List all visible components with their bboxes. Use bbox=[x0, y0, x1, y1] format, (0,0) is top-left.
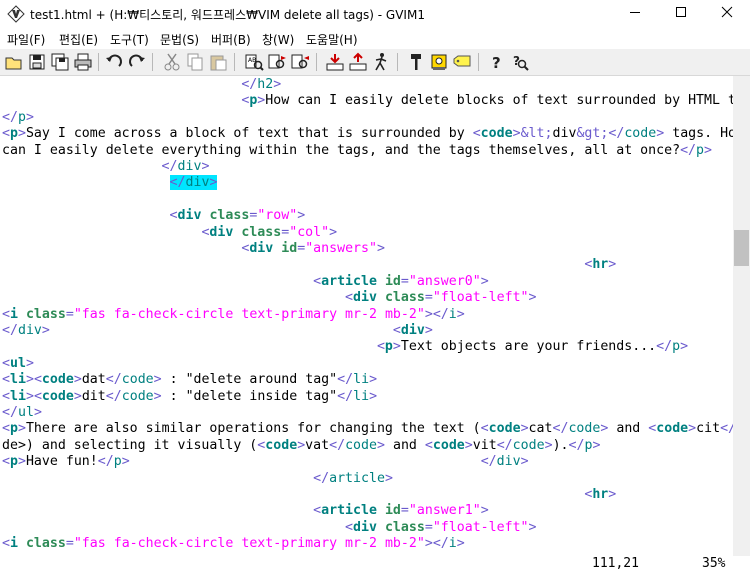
open-icon[interactable] bbox=[4, 52, 24, 72]
editor-line[interactable]: de>) and selecting it visually (<code>va… bbox=[2, 438, 600, 454]
load-session-icon[interactable] bbox=[325, 52, 345, 72]
find-help-icon[interactable]: ? bbox=[510, 52, 530, 72]
editor-line[interactable]: <ul> bbox=[2, 356, 34, 372]
text-cursor: </div> bbox=[169, 175, 218, 191]
copy-icon[interactable] bbox=[185, 52, 205, 72]
menu-help[interactable]: 도움말(H) bbox=[306, 31, 358, 48]
toolbar: AB ? ? bbox=[0, 49, 750, 76]
editor-line[interactable]: </div> bbox=[2, 159, 210, 175]
make-icon[interactable] bbox=[406, 52, 426, 72]
svg-text:?: ? bbox=[492, 54, 501, 72]
scrollbar-thumb[interactable] bbox=[734, 230, 749, 266]
find-next-icon[interactable] bbox=[267, 52, 287, 72]
window-title: test1.html + (H:₩티스토리, 워드프레스₩VIM delete … bbox=[30, 8, 425, 22]
tag-jump-icon[interactable] bbox=[452, 52, 472, 72]
editor-line[interactable]: <div class="float-left"> bbox=[2, 290, 537, 306]
title-bar: test1.html + (H:₩티스토리, 워드프레스₩VIM delete … bbox=[0, 0, 750, 28]
menu-tools[interactable]: 도구(T) bbox=[110, 31, 149, 48]
editor-line[interactable]: <article id="answer0"> bbox=[2, 274, 489, 290]
editor-line[interactable]: <li><code>dat</code> : "delete around ta… bbox=[2, 372, 377, 388]
print-icon[interactable] bbox=[73, 52, 93, 72]
undo-icon[interactable] bbox=[104, 52, 124, 72]
editor-line[interactable]: </div> bbox=[2, 175, 218, 191]
status-line: 111,21 35% bbox=[0, 556, 750, 572]
save-all-icon[interactable] bbox=[50, 52, 70, 72]
paste-icon[interactable] bbox=[208, 52, 228, 72]
editor-line[interactable]: <hr> bbox=[2, 487, 616, 503]
vertical-scrollbar[interactable] bbox=[733, 76, 750, 556]
editor-line[interactable]: <p>Say I come across a block of text tha… bbox=[2, 126, 733, 142]
toolbar-separator bbox=[234, 53, 235, 71]
editor-line[interactable]: can I easily delete everything within th… bbox=[2, 143, 712, 159]
text-editor-area[interactable]: </h2> <p>How can I easily delete blocks … bbox=[0, 76, 733, 556]
menu-syntax[interactable]: 문법(S) bbox=[160, 31, 199, 48]
maximize-button[interactable] bbox=[658, 0, 704, 28]
editor-line[interactable]: </h2> bbox=[2, 77, 281, 93]
menu-edit[interactable]: 편집(E) bbox=[59, 31, 98, 48]
editor-line[interactable]: <p>How can I easily delete blocks of tex… bbox=[2, 93, 733, 109]
find-prev-icon[interactable] bbox=[290, 52, 310, 72]
editor-line[interactable]: <i class="fas fa-check-circle text-prima… bbox=[2, 307, 465, 323]
cursor-position: 111,21 bbox=[592, 556, 639, 571]
editor-line[interactable]: <li><code>dit</code> : "delete inside ta… bbox=[2, 389, 377, 405]
editor-line[interactable]: </article> bbox=[2, 471, 393, 487]
menu-bar: 파일(F) 편집(E) 도구(T) 문법(S) 버퍼(B) 창(W) 도움말(H… bbox=[0, 28, 750, 49]
editor-line[interactable]: <div class="row"> bbox=[2, 208, 306, 224]
maximize-icon bbox=[675, 5, 687, 23]
find-replace-icon[interactable]: AB bbox=[244, 52, 264, 72]
editor-line[interactable]: </ul> bbox=[2, 405, 42, 421]
editor-line[interactable]: <p>Text objects are your friends...</p> bbox=[2, 339, 688, 355]
minimize-icon bbox=[629, 5, 641, 23]
editor-line[interactable]: </p> bbox=[2, 110, 34, 126]
menu-window[interactable]: 창(W) bbox=[262, 31, 294, 48]
editor-line[interactable]: <hr> bbox=[2, 257, 616, 273]
editor-line[interactable]: <article id="answer1"> bbox=[2, 503, 489, 519]
toolbar-separator bbox=[397, 53, 398, 71]
gvim-app-icon[interactable] bbox=[7, 5, 25, 23]
editor-line[interactable]: <p>Have fun!</p> </div> bbox=[2, 454, 529, 470]
toolbar-separator bbox=[478, 53, 479, 71]
close-button[interactable] bbox=[704, 0, 750, 28]
save-session-icon[interactable] bbox=[348, 52, 368, 72]
toolbar-separator bbox=[316, 53, 317, 71]
save-icon[interactable] bbox=[27, 52, 47, 72]
toolbar-separator bbox=[98, 53, 99, 71]
scroll-percent: 35% bbox=[702, 556, 726, 571]
menu-buffers[interactable]: 버퍼(B) bbox=[211, 31, 251, 48]
editor-line[interactable]: <div id="answers"> bbox=[2, 241, 385, 257]
redo-icon[interactable] bbox=[127, 52, 147, 72]
editor-line[interactable]: <i class="fas fa-check-circle text-prima… bbox=[2, 536, 465, 552]
menu-file[interactable]: 파일(F) bbox=[7, 31, 45, 48]
toolbar-separator bbox=[152, 53, 153, 71]
editor-line[interactable]: </div> <div> bbox=[2, 323, 433, 339]
editor-line[interactable]: <div class="float-left"> bbox=[2, 520, 537, 536]
minimize-button[interactable] bbox=[612, 0, 658, 28]
editor-line[interactable]: <div class="col"> bbox=[2, 225, 337, 241]
run-script-icon[interactable] bbox=[371, 52, 391, 72]
close-icon bbox=[721, 5, 733, 23]
cut-icon[interactable] bbox=[162, 52, 182, 72]
editor-line[interactable]: <p>There are also similar operations for… bbox=[2, 421, 733, 437]
run-ctags-icon[interactable] bbox=[429, 52, 449, 72]
help-icon[interactable]: ? bbox=[487, 52, 507, 72]
